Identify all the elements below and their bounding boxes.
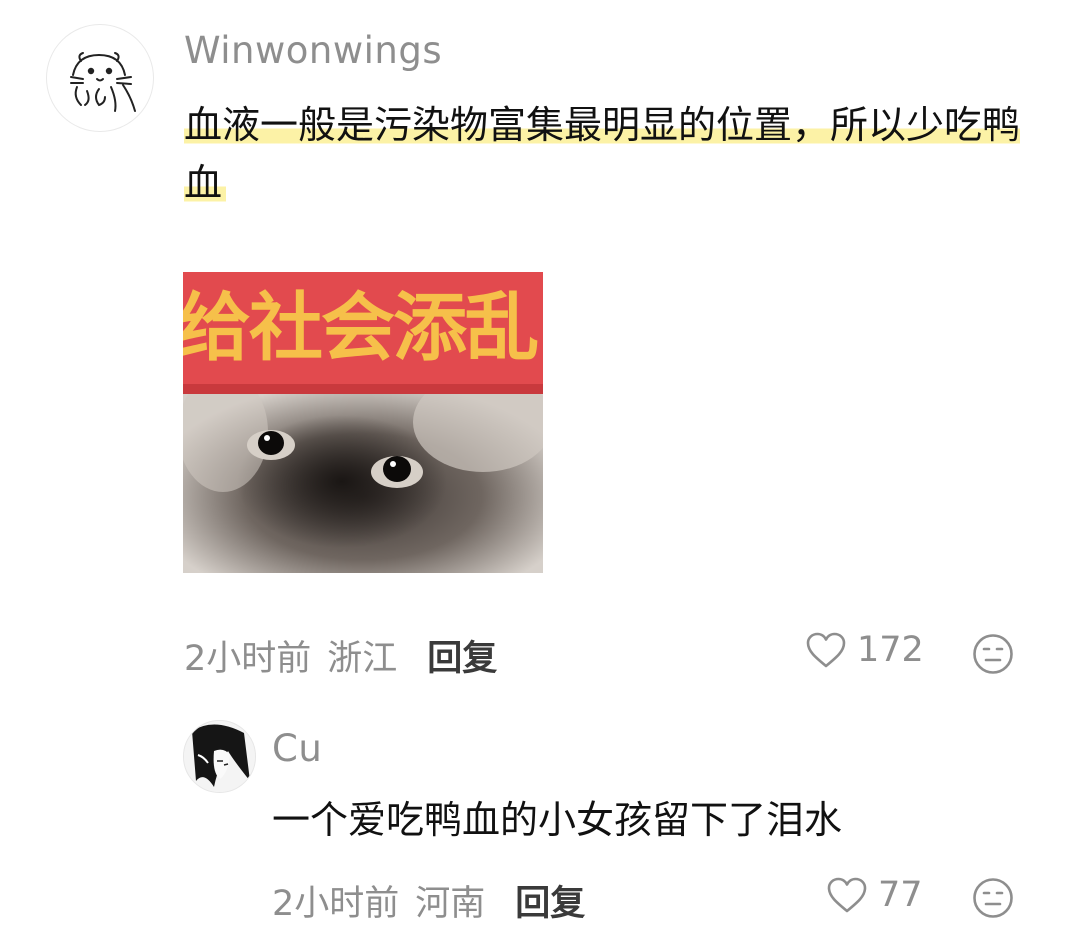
reply-reply-button[interactable]: 回复: [515, 875, 585, 926]
otter-avatar-icon: [70, 52, 136, 112]
expressionless-emoji-icon[interactable]: [972, 633, 1014, 675]
reply-location: 河南: [415, 884, 486, 924]
reply-text: 一个爱吃鸭血的小女孩留下了泪水: [272, 798, 843, 842]
reply-button[interactable]: 回复: [427, 630, 497, 681]
comment-meta: 2小时前 浙江 回复: [184, 630, 497, 681]
heart-icon: [827, 877, 867, 913]
comment-location: 浙江: [327, 639, 398, 679]
comment-time: 2小时前: [184, 639, 312, 679]
reply-like-button[interactable]: 77: [826, 875, 923, 915]
reply-username[interactable]: Cu: [272, 727, 322, 770]
anime-avatar-icon: [184, 721, 255, 792]
heart-icon: [806, 632, 846, 668]
expressionless-emoji-icon[interactable]: [972, 877, 1014, 919]
comment-text: 血液一般是污染物富集最明显的位置，所以少吃鸭血: [184, 96, 1034, 212]
like-button[interactable]: 172: [805, 630, 924, 670]
reply-time: 2小时前: [272, 884, 400, 924]
comment-image[interactable]: 给社会添乱: [183, 272, 543, 573]
comment-username[interactable]: Winwonwings: [184, 29, 442, 72]
avatar[interactable]: [46, 24, 154, 132]
comment-text-highlighted: 血液一般是污染物富集最明显的位置，所以少吃鸭血: [184, 103, 1021, 205]
reply-like-count: 77: [878, 875, 923, 915]
reply-meta: 2小时前 河南 回复: [272, 875, 585, 926]
like-count: 172: [857, 630, 924, 670]
meme-banner-text: 给社会添乱: [183, 285, 539, 371]
reply-avatar[interactable]: [183, 720, 256, 793]
